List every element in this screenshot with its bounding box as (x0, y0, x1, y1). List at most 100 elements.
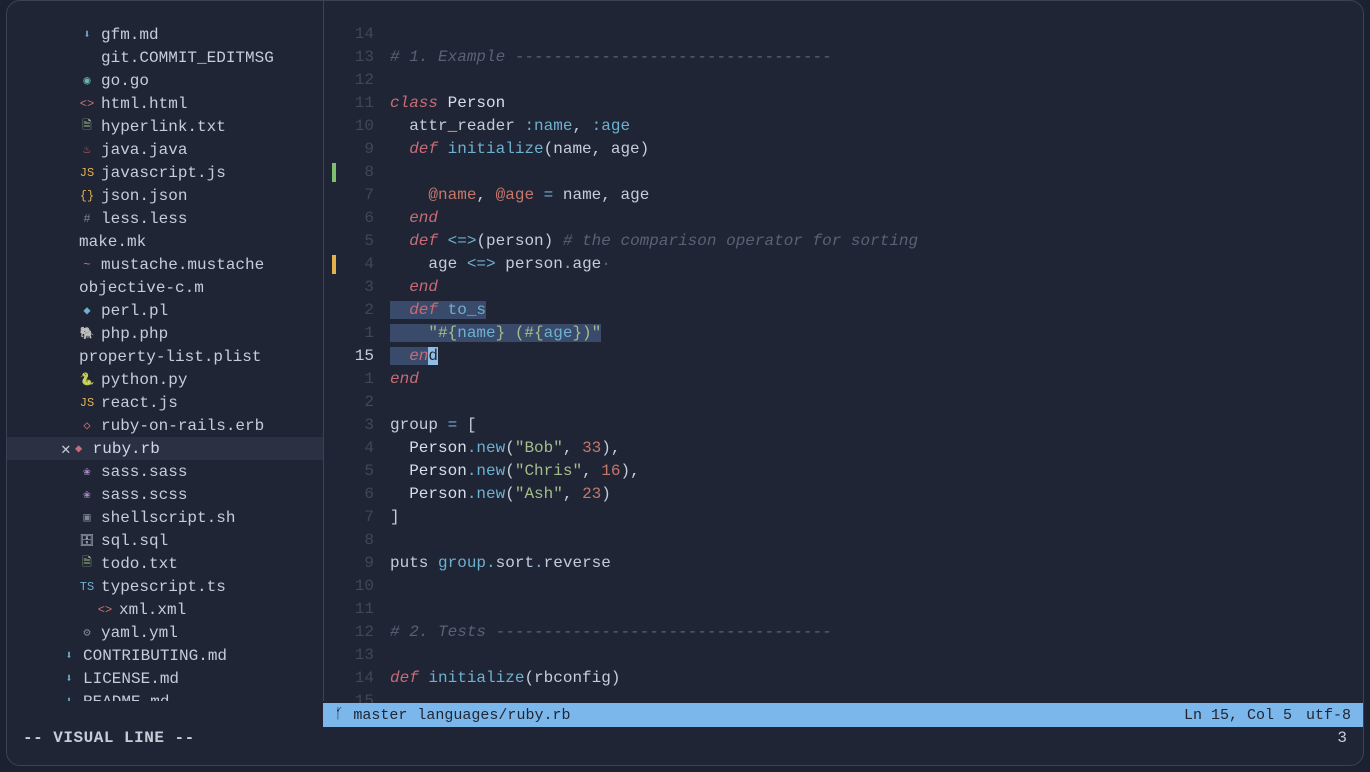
code-line[interactable]: def initialize(name, age) (390, 138, 1363, 161)
file-tree-item[interactable]: 🗎 todo.txt (7, 552, 323, 575)
file-tree-item[interactable]: <>html.html (7, 92, 323, 115)
git-branch-name: master (353, 707, 407, 724)
file-name: CONTRIBUTING.md (83, 647, 227, 665)
file-tree-item[interactable]: ♨java.java (7, 138, 323, 161)
code-line[interactable] (390, 529, 1363, 552)
code-line[interactable] (390, 161, 1363, 184)
file-tree-item[interactable]: ❀sass.scss (7, 483, 323, 506)
code-line[interactable]: end (390, 207, 1363, 230)
filetype-icon: ◆ (71, 441, 87, 456)
file-name: json.json (101, 187, 187, 205)
file-name: todo.txt (101, 555, 178, 573)
file-tree-item[interactable]: 🗄sql.sql (7, 529, 323, 552)
file-tree-item[interactable]: ⬇gfm.md (7, 23, 323, 46)
file-tree-item[interactable]: ◉go.go (7, 69, 323, 92)
file-name: html.html (101, 95, 187, 113)
file-tree-item[interactable]: ~mustache.mustache (7, 253, 323, 276)
file-name: sass.sass (101, 463, 187, 481)
code-line[interactable] (390, 69, 1363, 92)
file-name: python.py (101, 371, 187, 389)
file-path: languages/ruby.rb (417, 707, 570, 724)
file-tree-item[interactable]: ✕◆ruby.rb (7, 437, 323, 460)
filetype-icon: ⬇ (61, 671, 77, 686)
line-number: 13 (324, 46, 382, 69)
file-name: property-list.plist (79, 348, 261, 366)
line-number: 6 (324, 483, 382, 506)
file-tree-item[interactable]: property-list.plist (7, 345, 323, 368)
git-added-marker (332, 163, 336, 182)
file-tree-item[interactable]: ⬇ LICENSE.md (7, 667, 323, 690)
file-name: make.mk (79, 233, 146, 251)
code-line[interactable]: # 1. Example ---------------------------… (390, 46, 1363, 69)
file-tree-item[interactable]: git.COMMIT_EDITMSG (7, 46, 323, 69)
filetype-icon: 🗎 (79, 553, 95, 574)
code-line[interactable] (390, 391, 1363, 414)
file-tree-item[interactable]: 🗎hyperlink.txt (7, 115, 323, 138)
code-line[interactable]: "#{name} (#{age})" (390, 322, 1363, 345)
file-name: ruby.rb (93, 440, 160, 458)
file-tree-item[interactable]: <> xml.xml (7, 598, 323, 621)
editor-pane[interactable]: 1413121110987654321151234567891011121314… (324, 1, 1363, 701)
code-line[interactable]: puts group.sort.reverse (390, 552, 1363, 575)
file-name: mustache.mustache (101, 256, 264, 274)
line-number: 2 (324, 391, 382, 414)
code-line[interactable]: # 2. Tests -----------------------------… (390, 621, 1363, 644)
filetype-icon: ⬇ (61, 694, 77, 701)
file-tree-item[interactable]: #less.less (7, 207, 323, 230)
file-tree-item[interactable]: ◆perl.pl (7, 299, 323, 322)
filetype-icon: ⬇ (79, 27, 95, 42)
code-line[interactable]: Person.new("Ash", 23) (390, 483, 1363, 506)
code-line[interactable]: class Person (390, 92, 1363, 115)
file-tree-item[interactable]: {} json.json (7, 184, 323, 207)
file-name: javascript.js (101, 164, 226, 182)
filetype-icon: <> (97, 603, 113, 617)
filetype-icon: 🗄 (79, 533, 95, 548)
code-line[interactable]: end (390, 368, 1363, 391)
code-line[interactable]: age <=> person.age· (390, 253, 1363, 276)
code-line[interactable]: end (390, 276, 1363, 299)
file-tree-item[interactable]: ❀sass.sass (7, 460, 323, 483)
file-name: typescript.ts (101, 578, 226, 596)
code-line[interactable]: def initialize(rbconfig) (390, 667, 1363, 690)
line-number: 8 (324, 529, 382, 552)
filetype-icon: ◉ (79, 73, 95, 88)
code-line[interactable]: attr_reader :name, :age (390, 115, 1363, 138)
file-tree-item[interactable]: ⬇README.md (7, 690, 323, 701)
code-line[interactable]: Person.new("Bob", 33), (390, 437, 1363, 460)
filetype-icon: ♨ (79, 142, 95, 157)
filetype-icon: 🗎 (79, 116, 95, 137)
file-tree-item[interactable]: make.mk (7, 230, 323, 253)
file-tree-item[interactable]: JSreact.js (7, 391, 323, 414)
code-line[interactable] (390, 23, 1363, 46)
file-tree-item[interactable]: ⚙yaml.yml (7, 621, 323, 644)
code-line[interactable]: end (390, 345, 1363, 368)
code-line[interactable]: def to_s (390, 299, 1363, 322)
code-line[interactable]: @name, @age = name, age (390, 184, 1363, 207)
code-line[interactable]: group = [ (390, 414, 1363, 437)
filetype-icon: {} (79, 189, 95, 203)
file-tree-item[interactable]: ⬇CONTRIBUTING.md (7, 644, 323, 667)
file-name: yaml.yml (101, 624, 178, 642)
filetype-icon: ◇ (79, 418, 95, 433)
editor-window: ⬇gfm.mdgit.COMMIT_EDITMSG◉go.go<>html.ht… (6, 0, 1364, 766)
filetype-icon: ◆ (79, 303, 95, 318)
code-line[interactable]: Person.new("Chris", 16), (390, 460, 1363, 483)
code-line[interactable]: ] (390, 506, 1363, 529)
cmdline-tail: 3 (1337, 729, 1347, 747)
code-area[interactable]: # 1. Example ---------------------------… (390, 23, 1363, 713)
file-tree-item[interactable]: 🐍python.py (7, 368, 323, 391)
file-tree-item[interactable]: JSjavascript.js (7, 161, 323, 184)
code-line[interactable] (390, 644, 1363, 667)
file-tree-item[interactable]: 🐘php.php (7, 322, 323, 345)
file-tree-item[interactable]: ◇ruby-on-rails.erb (7, 414, 323, 437)
code-line[interactable] (390, 575, 1363, 598)
file-name: git.COMMIT_EDITMSG (101, 49, 274, 67)
file-name: xml.xml (119, 601, 186, 619)
code-line[interactable]: def <=>(person) # the comparison operato… (390, 230, 1363, 253)
file-name: LICENSE.md (83, 670, 179, 688)
file-tree[interactable]: ⬇gfm.mdgit.COMMIT_EDITMSG◉go.go<>html.ht… (7, 1, 323, 701)
code-line[interactable] (390, 598, 1363, 621)
file-tree-item[interactable]: objective-c.m (7, 276, 323, 299)
file-tree-item[interactable]: ▣shellscript.sh (7, 506, 323, 529)
file-tree-item[interactable]: TStypescript.ts (7, 575, 323, 598)
